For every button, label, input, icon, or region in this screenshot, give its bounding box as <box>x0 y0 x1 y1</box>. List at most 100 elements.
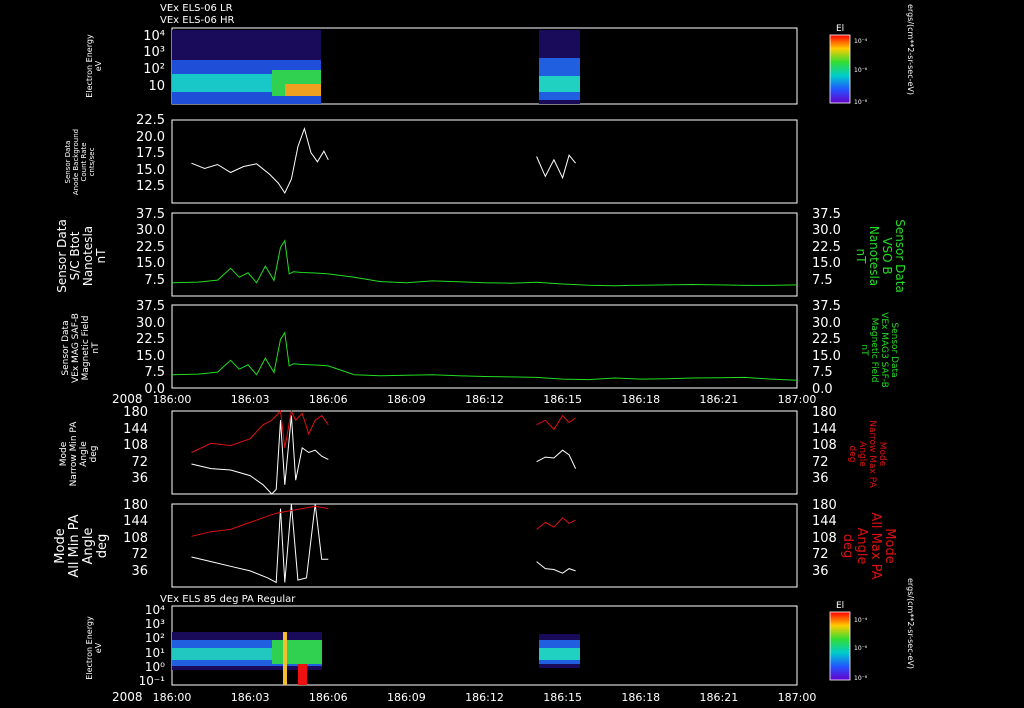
panel-4-ylabel-line-1: Sensor Data <box>61 320 71 375</box>
panel-3-ytick-right-1: 30.0 <box>812 223 841 238</box>
spectrogram-block-2-band <box>539 76 580 92</box>
panel-5-ylabel-line-3: Angle <box>79 441 89 467</box>
panel-6-ylabel-right-line-1: Mode <box>882 528 897 563</box>
panel-3-ylabel-line-4: nT <box>94 248 108 264</box>
x-tick-label: 186:18 <box>621 691 660 704</box>
panel-6-series-0-line <box>191 503 329 584</box>
panel-1-ylabel: Electron Energy eV <box>85 34 103 98</box>
panel-1-colorbar <box>829 34 851 104</box>
panel-4-ytick-right-4: 7.5 <box>812 365 833 380</box>
panel-5-ylabel: Mode Narrow Min PA Angle deg <box>59 421 99 487</box>
panel-4-ytick-4: 7.5 <box>144 365 165 380</box>
panel-3-ytick-right-4: 7.5 <box>812 273 833 288</box>
panel-6-ytick-0: 180 <box>123 498 148 513</box>
panel-3-ytick-right-2: 22.5 <box>812 240 841 255</box>
panel-3-ytick-2: 22.5 <box>136 240 165 255</box>
spectrogram7-hot-column <box>298 664 307 685</box>
panel-4-ytick-0: 37.5 <box>136 299 165 314</box>
spectrogram7-block-1-green <box>272 640 322 664</box>
panel-2-ytick-4: 12.5 <box>136 179 165 194</box>
panel-5-ytick-right-3: 72 <box>812 455 829 470</box>
x-tick-label: 186:00 <box>153 691 192 704</box>
panel-1-colorbar-tick-1: 10⁻⁶ <box>854 67 868 74</box>
panel-4-ytick-right-3: 15.0 <box>812 349 841 364</box>
panel-3-ylabel-right: Sensor Data VSO B Nanotesla nT <box>854 219 907 293</box>
panel-5-ytick-3: 72 <box>131 455 148 470</box>
space-physics-plot: VEx ELS-06 LR VEx ELS-06 HR VEx ELS 85 d… <box>53 3 915 704</box>
panel-6-ytick-4: 36 <box>131 564 148 579</box>
x-tick-label: 186:06 <box>309 393 348 406</box>
panel-3-ytick-right-0: 37.5 <box>812 207 841 222</box>
panel-4-ylabel: Sensor Data VEx MAG SAF-B Magnetic Field… <box>61 313 101 383</box>
panel-6-series-2-line <box>536 561 576 574</box>
panel-3-ylabel-line-2: S/C Btot <box>68 231 82 280</box>
panel-3-series-0-line <box>171 239 798 287</box>
x-tick-label: 186:12 <box>465 393 504 406</box>
panel-4-ytick-right-0: 37.5 <box>812 299 841 314</box>
panel-3-ytick-4: 7.5 <box>144 273 165 288</box>
x-tick-label: 186:15 <box>543 691 582 704</box>
panel-2-ytick-2: 17.5 <box>136 146 165 161</box>
x-tick-label: 186:15 <box>543 393 582 406</box>
panel-5-ylabel-line-2: Narrow Min PA <box>69 421 79 487</box>
panel-6-ytick-2: 108 <box>123 531 148 546</box>
spectrogram-block-1-core <box>285 84 321 96</box>
x-tick-label: 186:00 <box>153 393 192 406</box>
panel-6-ylabel-right-line-2: All Max PA <box>868 512 883 579</box>
panel-6-ytick-right-1: 144 <box>812 514 837 529</box>
panel-4-frame <box>171 304 798 389</box>
panel-6-ytick-right-4: 36 <box>812 564 829 579</box>
x-tick-label: 187:00 <box>778 691 817 704</box>
panel-4-ylabel-right: Sensor Data VEx MAG3 SAF-B Magnetic Fiel… <box>859 312 899 388</box>
panel-6-ytick-right-3: 72 <box>812 547 829 562</box>
x-tick-label: 186:06 <box>309 691 348 704</box>
panel-7-colorbar-tick-0: 10⁻⁴ <box>854 617 868 624</box>
x-tick-label: 186:21 <box>700 393 739 406</box>
panel-3-ylabel-right-line-2: VSO B <box>880 237 894 274</box>
panel-2-ytick-3: 15.0 <box>136 163 165 178</box>
panel-3-ylabel-line-3: Nanotesla <box>81 226 95 286</box>
panel-1-colorbar-label: El <box>836 24 844 34</box>
panel-5-ylabel-line-4: deg <box>89 446 99 463</box>
panel-3-ylabel-line-1: Sensor Data <box>55 219 69 293</box>
panel-6-ylabel-line-1: Mode <box>53 528 68 563</box>
panel-2-ylabel-line-2: Anode Background <box>72 129 80 195</box>
panel-6-ylabel-line-3: Angle <box>81 528 96 565</box>
panel-7-ytick-5: 10⁻¹ <box>139 674 166 688</box>
panel-6-series-3-line <box>536 517 576 530</box>
panel-1-ytick-1: 10³ <box>143 45 165 60</box>
spectrogram7-block-2-band <box>539 648 580 660</box>
panel-7-colorbar-label: El <box>836 601 844 611</box>
panel-2-ylabel-line-3: Count Rate <box>80 142 88 181</box>
panel-7-ytick-1: 10³ <box>145 617 165 631</box>
panel-5-ytick-right-0: 180 <box>812 405 837 420</box>
panel-4-ytick-3: 15.0 <box>136 349 165 364</box>
x-tick-label: 186:03 <box>231 691 270 704</box>
panel-5-series-1-line <box>191 409 329 453</box>
panel-4-ylabel-right-line-1: Sensor Data <box>889 322 899 377</box>
panel-4-ytick-right-2: 22.5 <box>812 332 841 347</box>
panel-7-ytick-0: 10⁴ <box>145 603 165 617</box>
panel-3-ytick-right-3: 15.0 <box>812 256 841 271</box>
x-tick-label: 187:00 <box>778 393 817 406</box>
xaxis-ticks-bottom: 186:00 186:03 186:06 186:09 186:12 186:15 186:… <box>153 691 817 704</box>
panel-6-ylabel-right: Mode All Max PA Angle deg <box>840 512 897 579</box>
panel-6-ytick-right-2: 108 <box>812 531 837 546</box>
panel-7-ylabel-line-2: eV <box>94 642 103 653</box>
panel-5-ylabel-right-line-3: Angle <box>857 441 867 467</box>
panel-3-ylabel-right-line-4: nT <box>854 249 868 265</box>
x-tick-label: 186:18 <box>621 393 660 406</box>
panel-7-ytick-3: 10¹ <box>145 646 165 660</box>
panel-2-ylabel-line-1: Sensor Data <box>64 141 72 184</box>
panel-5-ylabel-line-1: Mode <box>59 441 69 466</box>
panel-2-ylabel-line-4: cnts/sec <box>88 147 96 176</box>
panel-5-ylabel-right: Mode Narrow Max PA Angle deg <box>847 420 887 488</box>
panel-2-frame <box>171 119 798 204</box>
panel-6-ylabel-line-2: All Min PA <box>67 514 82 577</box>
panel-6-series-1-line <box>191 505 329 537</box>
data-lines <box>171 126 798 584</box>
panel-1-title-hr: VEx ELS-06 HR <box>160 15 235 26</box>
panel-5-ylabel-right-line-2: Narrow Max PA <box>867 420 877 488</box>
panel-4-ylabel-right-line-4: nT <box>859 344 869 356</box>
panel-5-ytick-2: 108 <box>123 438 148 453</box>
